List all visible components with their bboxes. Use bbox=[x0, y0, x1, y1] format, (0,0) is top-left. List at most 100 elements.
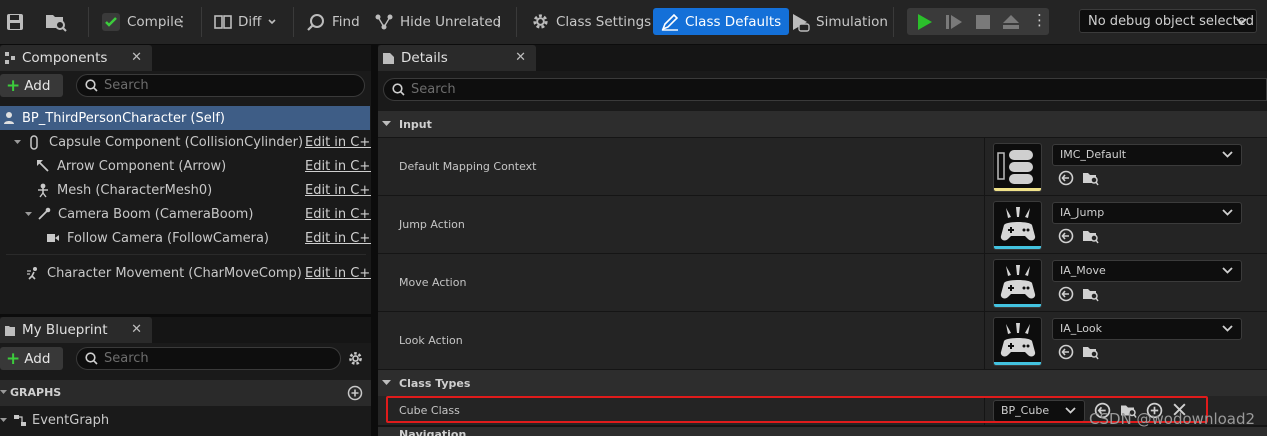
compile-options-button[interactable]: ⋮ bbox=[175, 8, 189, 35]
add-graph-icon[interactable] bbox=[347, 385, 363, 401]
diff-button[interactable]: Diff bbox=[214, 8, 277, 35]
browse-asset-icon[interactable] bbox=[1082, 344, 1099, 360]
debug-object-label: No debug object selected bbox=[1088, 14, 1255, 29]
play-options-button[interactable]: ⋮ bbox=[1032, 11, 1047, 29]
find-button[interactable]: Find bbox=[306, 8, 360, 35]
save-button[interactable] bbox=[6, 8, 24, 35]
toolbar-divider bbox=[201, 7, 202, 37]
component-row[interactable]: Camera Boom (CameraBoom) Edit in C++ bbox=[0, 202, 381, 226]
gear-icon[interactable] bbox=[347, 350, 364, 367]
property-label: Default Mapping Context bbox=[399, 160, 537, 173]
tree-expand-icon bbox=[0, 388, 8, 396]
component-label: Character Movement (CharMoveComp) bbox=[47, 265, 302, 281]
edit-in-cpp-link[interactable]: Edit in C++ bbox=[305, 183, 381, 198]
save-icon bbox=[7, 13, 23, 30]
hide-unrelated-label: Hide Unrelated bbox=[400, 13, 502, 30]
browse-button[interactable] bbox=[45, 8, 67, 35]
navigation-section-header[interactable]: Navigation bbox=[378, 427, 1267, 436]
column-divider bbox=[984, 312, 985, 369]
class-types-section-label: Class Types bbox=[399, 376, 471, 390]
search-icon bbox=[392, 83, 405, 96]
class-settings-button[interactable]: Class Settings bbox=[531, 8, 651, 35]
component-label: Follow Camera (FollowCamera) bbox=[67, 230, 269, 246]
event-graph-icon bbox=[14, 414, 26, 426]
mapping-context-icon bbox=[997, 150, 1033, 184]
browse-asset-icon[interactable] bbox=[1082, 228, 1099, 244]
tree-expand-icon[interactable] bbox=[13, 138, 22, 147]
component-root-row[interactable]: BP_ThirdPersonCharacter (Self) bbox=[0, 106, 370, 130]
play-button[interactable] bbox=[915, 13, 933, 31]
use-selected-icon[interactable] bbox=[1058, 286, 1074, 302]
column-divider bbox=[984, 138, 985, 195]
event-graph-item[interactable]: EventGraph bbox=[0, 409, 109, 431]
input-section-header[interactable]: Input bbox=[378, 111, 1267, 137]
debug-object-select[interactable]: No debug object selected bbox=[1079, 9, 1257, 33]
asset-thumbnail[interactable] bbox=[993, 259, 1042, 308]
browse-asset-icon[interactable] bbox=[1082, 170, 1099, 186]
tab-my-blueprint[interactable]: My Blueprint ✕ bbox=[0, 317, 152, 343]
asset-picker-dropdown[interactable]: IA_Look bbox=[1052, 318, 1242, 340]
toolbar-divider bbox=[893, 7, 894, 37]
edit-in-cpp-link[interactable]: Edit in C++ bbox=[305, 266, 381, 281]
property-label: Jump Action bbox=[399, 218, 465, 231]
close-icon[interactable]: ✕ bbox=[131, 50, 142, 65]
asset-thumbnail[interactable] bbox=[993, 317, 1042, 366]
asset-picker-dropdown[interactable]: IMC_Default bbox=[1052, 144, 1242, 166]
use-selected-icon[interactable] bbox=[1058, 344, 1074, 360]
asset-thumbnail[interactable] bbox=[993, 143, 1042, 192]
simulation-button[interactable]: Simulation bbox=[790, 8, 888, 35]
class-types-section-header[interactable]: Class Types bbox=[378, 370, 1267, 396]
property-label: Look Action bbox=[399, 334, 463, 347]
compile-button[interactable]: Compile bbox=[101, 8, 182, 35]
asset-thumbnail[interactable] bbox=[993, 201, 1042, 250]
add-component-button[interactable]: + Add bbox=[0, 74, 63, 97]
graphs-section-header[interactable]: GRAPHS bbox=[0, 380, 371, 406]
asset-actions bbox=[1058, 286, 1099, 302]
input-action-icon bbox=[1000, 265, 1036, 299]
edit-in-cpp-link[interactable]: Edit in C++ bbox=[305, 159, 381, 174]
component-row[interactable]: Character Movement (CharMoveComp) Edit i… bbox=[0, 261, 381, 285]
more-options-icon: ⋮ bbox=[492, 13, 506, 30]
component-row[interactable]: Follow Camera (FollowCamera) Edit in C++ bbox=[0, 226, 381, 250]
close-icon[interactable]: ✕ bbox=[131, 322, 142, 337]
class-defaults-button[interactable]: Class Defaults bbox=[653, 8, 790, 35]
panel-splitter[interactable] bbox=[371, 44, 378, 436]
toolbar-overflow-button[interactable]: ⋮ bbox=[492, 8, 506, 35]
step-icon bbox=[946, 15, 962, 29]
simulation-label: Simulation bbox=[816, 13, 888, 30]
step-button[interactable] bbox=[945, 13, 963, 31]
toolbar-divider bbox=[293, 7, 294, 37]
play-icon bbox=[918, 14, 932, 30]
edit-in-cpp-link[interactable]: Edit in C++ bbox=[305, 231, 381, 246]
chevron-down-icon bbox=[1222, 325, 1233, 332]
eject-icon bbox=[1003, 15, 1019, 29]
use-selected-icon[interactable] bbox=[1058, 170, 1074, 186]
search-placeholder: Search bbox=[104, 78, 149, 93]
component-row[interactable]: Mesh (CharacterMesh0) Edit in C++ bbox=[0, 178, 381, 202]
edit-in-cpp-link[interactable]: Edit in C++ bbox=[305, 207, 381, 222]
search-icon bbox=[85, 79, 98, 92]
browse-asset-icon[interactable] bbox=[1082, 286, 1099, 302]
tab-details[interactable]: Details ✕ bbox=[378, 45, 536, 71]
hide-unrelated-button[interactable]: Hide Unrelated bbox=[374, 8, 501, 35]
components-search-input[interactable]: Search bbox=[76, 74, 365, 97]
component-label: Capsule Component (CollisionCylinder) bbox=[49, 134, 304, 150]
more-options-icon: ⋮ bbox=[175, 13, 189, 30]
my-blueprint-search-input[interactable]: Search bbox=[76, 347, 341, 370]
asset-picker-dropdown[interactable]: IA_Jump bbox=[1052, 202, 1242, 224]
details-search-input[interactable]: Search bbox=[383, 78, 1267, 101]
add-member-button[interactable]: + Add bbox=[0, 347, 63, 370]
use-selected-icon[interactable] bbox=[1058, 228, 1074, 244]
asset-picker-dropdown[interactable]: IA_Move bbox=[1052, 260, 1242, 282]
close-icon[interactable]: ✕ bbox=[515, 50, 526, 65]
column-divider bbox=[984, 254, 985, 311]
component-row[interactable]: Capsule Component (CollisionCylinder) Ed… bbox=[0, 130, 381, 154]
tab-components[interactable]: Components ✕ bbox=[0, 45, 152, 71]
component-row[interactable]: Arrow Component (Arrow) Edit in C++ bbox=[0, 154, 381, 178]
component-label: Camera Boom (CameraBoom) bbox=[58, 206, 254, 222]
tree-expand-icon[interactable] bbox=[24, 210, 33, 219]
eject-button[interactable] bbox=[1002, 13, 1020, 31]
edit-in-cpp-link[interactable]: Edit in C++ bbox=[305, 135, 381, 150]
stop-button[interactable] bbox=[974, 13, 992, 31]
add-label: Add bbox=[24, 350, 51, 367]
